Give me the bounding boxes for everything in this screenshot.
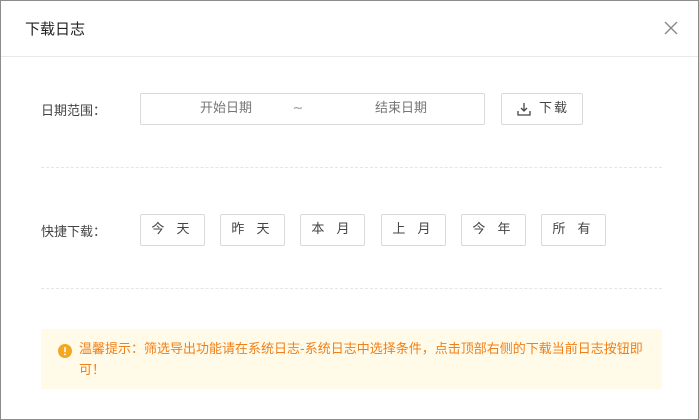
end-date-input[interactable]	[346, 94, 456, 124]
quick-button-all[interactable]: 所 有	[541, 214, 606, 246]
notice-box: 温馨提示：筛选导出功能请在系统日志-系统日志中选择条件，点击顶部右侧的下载当前日…	[41, 329, 662, 389]
quick-button-this-month[interactable]: 本 月	[300, 214, 365, 246]
date-separator: ~	[292, 101, 304, 116]
quick-button-today[interactable]: 今 天	[140, 214, 205, 246]
divider	[41, 167, 662, 168]
close-icon[interactable]	[662, 19, 682, 39]
download-button[interactable]: 下载	[501, 93, 583, 125]
notice-text: 温馨提示：筛选导出功能请在系统日志-系统日志中选择条件，点击顶部右侧的下载当前日…	[79, 342, 643, 378]
quick-button-last-month[interactable]: 上 月	[381, 214, 446, 246]
warning-icon	[58, 343, 72, 358]
quick-button-this-year[interactable]: 今 年	[461, 214, 526, 246]
quick-button-yesterday[interactable]: 昨 天	[220, 214, 285, 246]
download-button-label: 下载	[539, 101, 570, 116]
quick-download-label: 快捷下载：	[41, 225, 107, 240]
download-log-dialog: 下载日志 日期范围： ~ 下载 快捷下载： 今 天 昨 天 本 月 上 月 今 …	[0, 0, 699, 420]
download-icon	[517, 103, 531, 116]
dialog-header: 下载日志	[1, 1, 698, 57]
date-range-label: 日期范围：	[41, 104, 107, 119]
start-date-input[interactable]	[171, 94, 281, 124]
date-range-picker[interactable]: ~	[140, 93, 485, 125]
divider	[41, 288, 662, 289]
dialog-title: 下载日志	[25, 20, 86, 38]
